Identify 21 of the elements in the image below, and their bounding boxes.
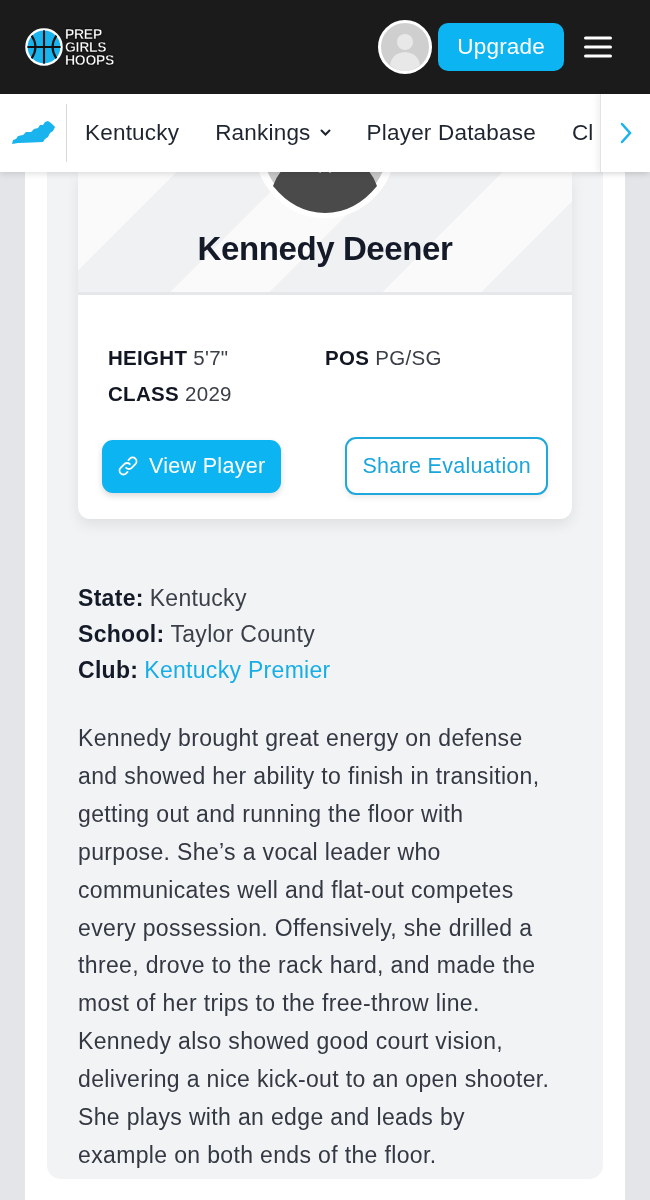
stat-text: POS PG/SG	[325, 345, 443, 371]
detail-value: Taylor County	[170, 621, 315, 648]
logo-text: PREP GIRLS HOOPS	[65, 27, 115, 67]
evaluation-text: Kennedy brought great energy on defense and showed her ability to finish in transition, getting out and running the floor with purpose. She’s a vocal leader who communicates well and flat-out competes every possession. Offensively, she drilled a three, drove to the rack hard, and made the most of her trips to the free-throw line. Kennedy also showed good court vision, delivering a nice kick-out to an open shooter. She plays with an edge and leads by example on both ends of the floor.	[78, 724, 551, 1170]
stat-text: CLASS 2029	[108, 381, 233, 407]
nav-dropdown[interactable]: Rankings	[215, 120, 331, 146]
player-name: Kennedy Deener	[197, 230, 453, 268]
menu-icon[interactable]	[584, 36, 612, 58]
detail-label: School:	[78, 621, 165, 648]
nav-link[interactable]: Kentucky	[85, 120, 180, 146]
stat-text: HEIGHT 5'7"	[108, 345, 230, 371]
detail-value: Kentucky	[149, 585, 247, 612]
chevron-right-icon	[619, 122, 632, 144]
detail-label: Club:	[78, 657, 139, 684]
nav-link[interactable]: Cl	[571, 120, 594, 146]
basketball-icon	[25, 28, 63, 66]
caret-icon	[319, 129, 331, 137]
link-icon	[117, 455, 139, 477]
nav-link[interactable]: Player Database	[366, 120, 536, 146]
detail-label: State:	[78, 585, 144, 612]
avatar-icon[interactable]	[378, 20, 433, 74]
